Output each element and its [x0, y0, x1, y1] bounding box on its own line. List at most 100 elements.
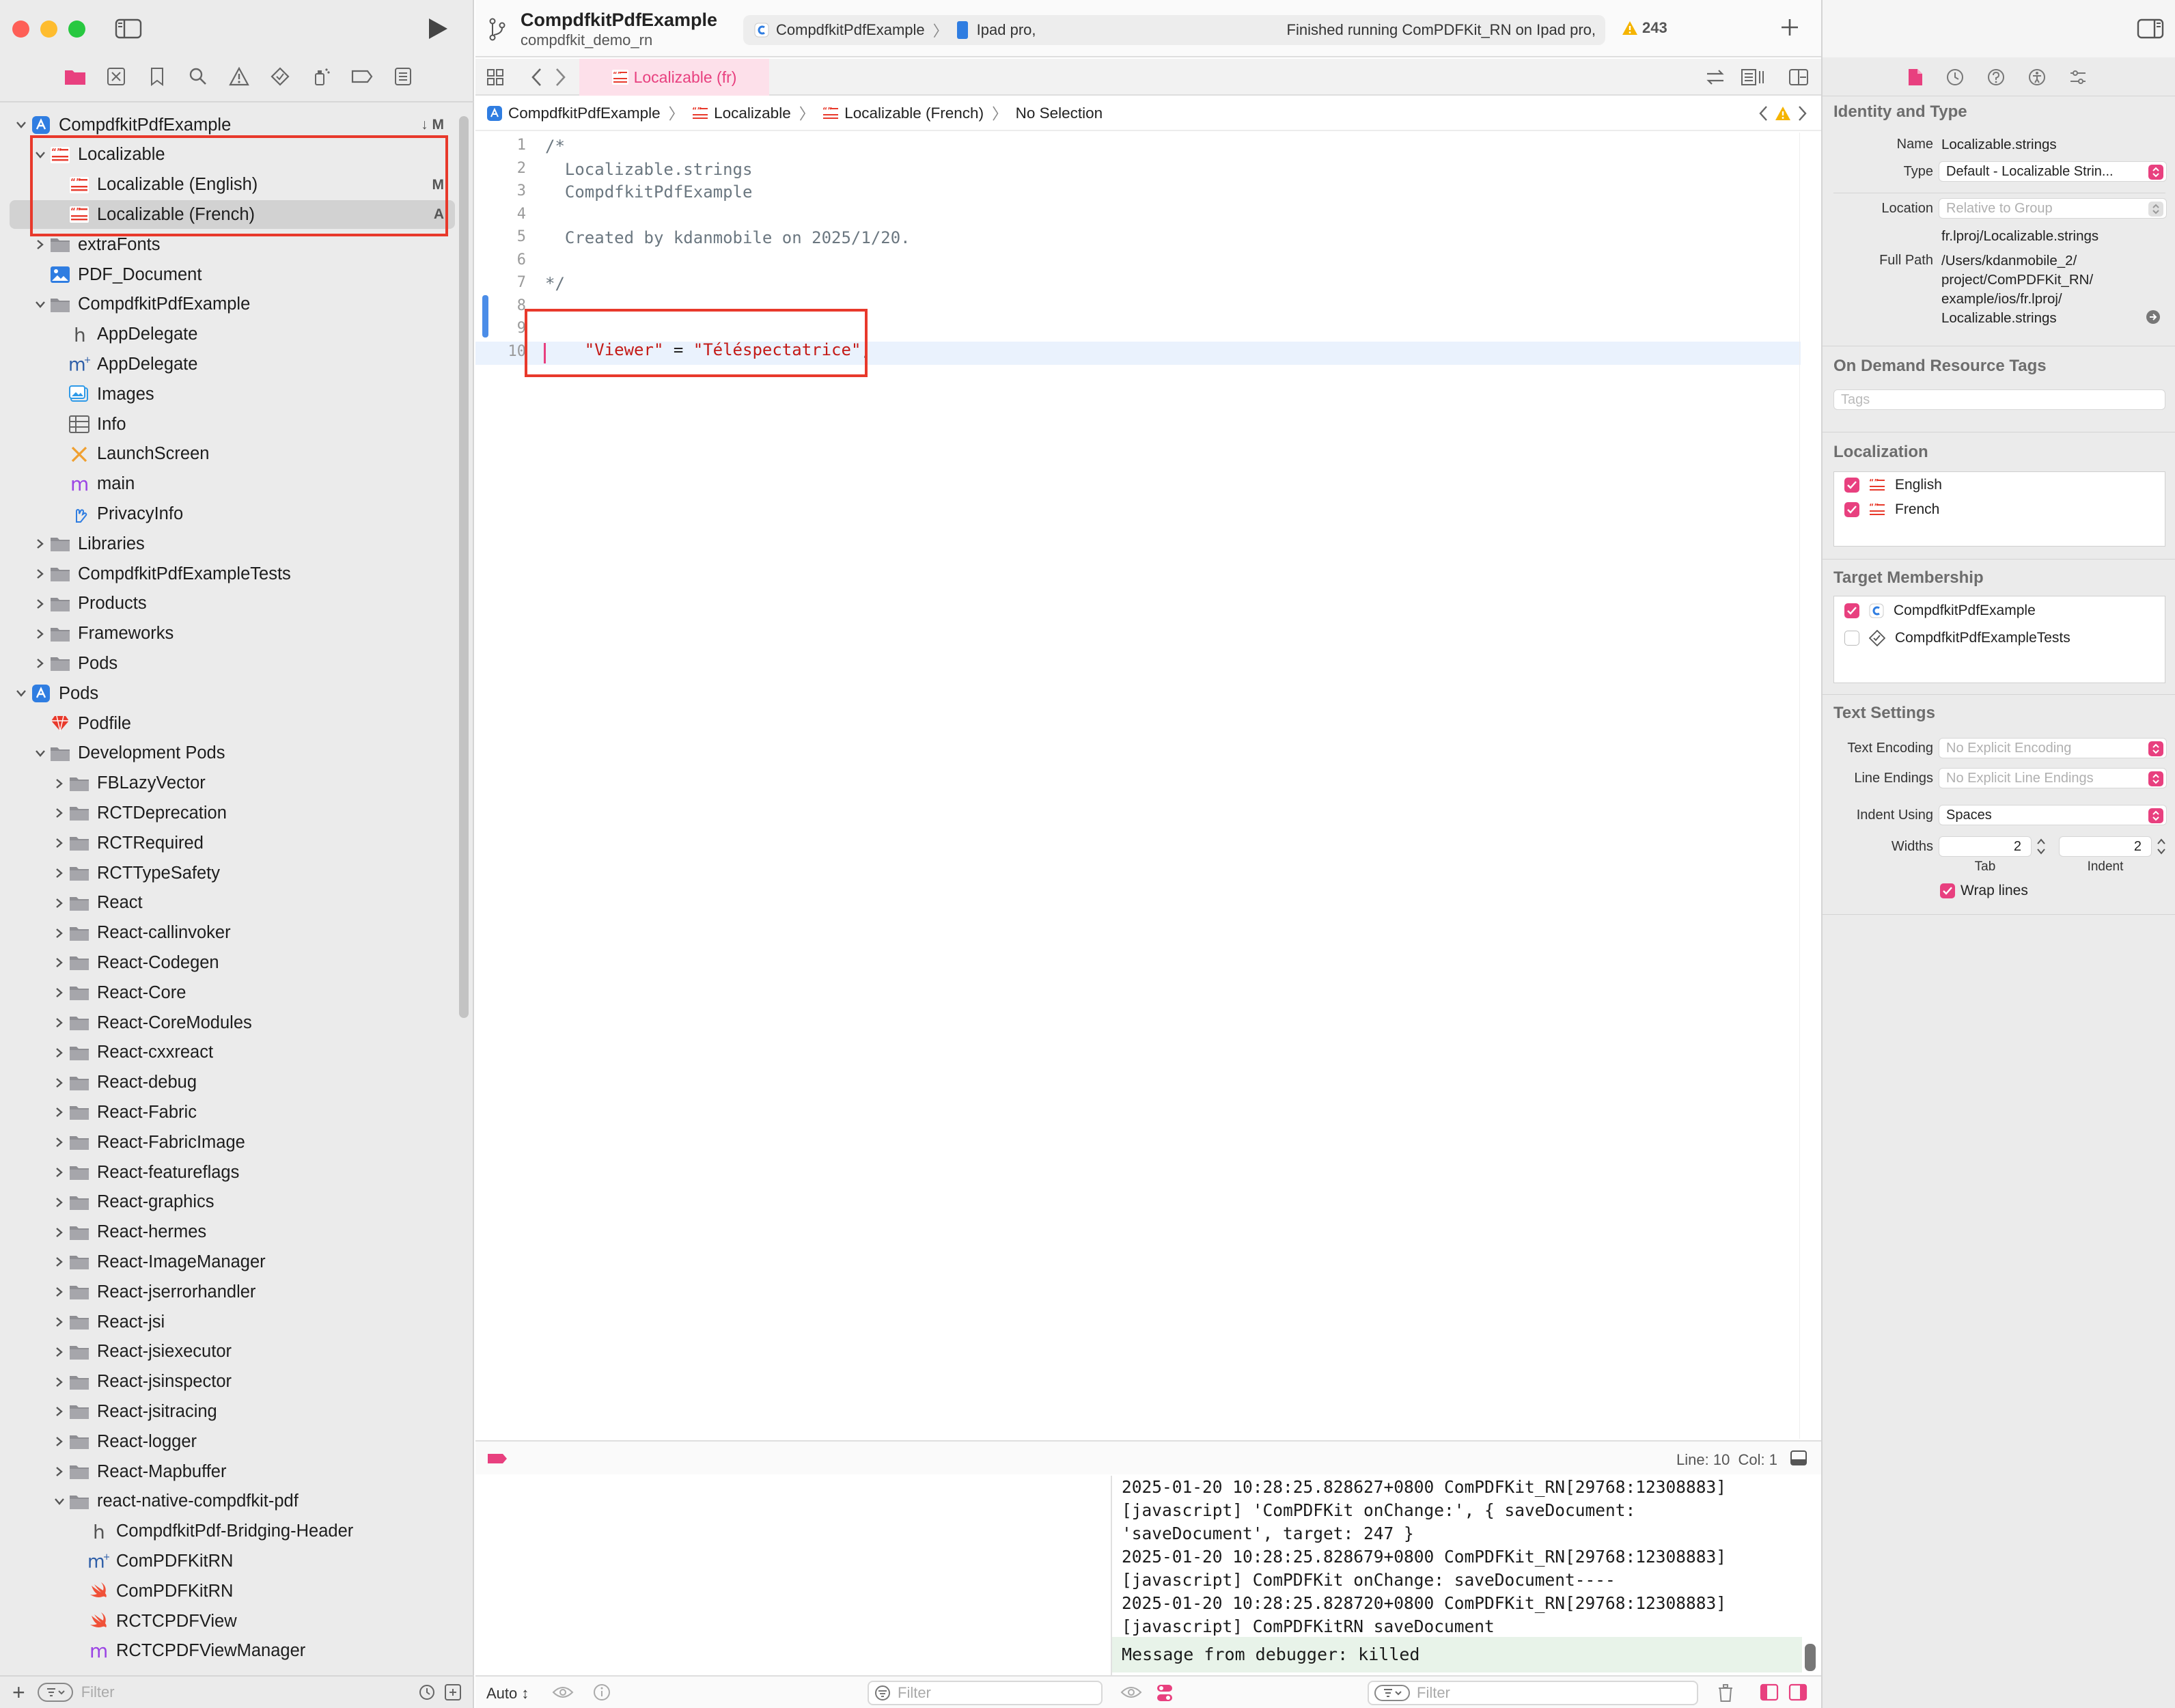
tree-item-appdelegate-h[interactable]: h AppDelegate	[10, 320, 455, 349]
tree-item-pod[interactable]: React-jserrorhandler	[10, 1278, 455, 1306]
file-inspector-icon[interactable]	[1907, 68, 1924, 87]
tree-item-pods-group[interactable]: Pods	[10, 649, 455, 678]
tree-item-pod[interactable]: react-native-compdfkit-pdf	[10, 1487, 455, 1516]
show-console-icon[interactable]	[1788, 1683, 1807, 1701]
breadcrumb-item-project[interactable]: CompdfkitPdfExample	[486, 105, 661, 122]
tree-item-pod[interactable]: Development Pods	[10, 739, 455, 768]
tree-item-pod[interactable]: React-cxxreact	[10, 1038, 455, 1067]
location-popup[interactable]: Relative to Group	[1939, 198, 2167, 219]
disclosure-open-icon[interactable]	[12, 685, 30, 702]
disclosure-closed-icon[interactable]	[51, 984, 68, 1002]
report-icon[interactable]	[383, 64, 424, 89]
folder-icon[interactable]	[55, 64, 96, 89]
checkbox-checked[interactable]	[1940, 883, 1955, 898]
tree-item-pod[interactable]: React-logger	[10, 1427, 455, 1456]
disclosure-closed-icon[interactable]	[51, 1133, 68, 1151]
tree-item-pod[interactable]: React-Mapbuffer	[10, 1457, 455, 1486]
inspector-toggle-icon[interactable]	[2137, 18, 2164, 40]
disclosure-closed-icon[interactable]	[51, 1403, 68, 1420]
device-selector[interactable]: Ipad pro,	[977, 21, 1036, 39]
trash-icon[interactable]	[1717, 1683, 1734, 1703]
branch-icon[interactable]	[488, 18, 507, 41]
encoding-popup[interactable]: No Explicit Encoding	[1939, 738, 2167, 758]
filter-options-icon[interactable]	[37, 1683, 73, 1702]
disclosure-closed-icon[interactable]	[51, 1313, 68, 1331]
info-icon[interactable]	[593, 1683, 611, 1701]
history-icon[interactable]	[1945, 68, 1965, 87]
target-tests-row[interactable]: CompdfkitPdfExampleTests	[1844, 630, 2070, 646]
warning-triangle-icon[interactable]	[1775, 106, 1791, 121]
indent-using-popup[interactable]: Spaces	[1939, 805, 2167, 825]
disclosure-closed-icon[interactable]	[31, 655, 49, 672]
breadcrumb-item-selection[interactable]: No Selection	[1016, 105, 1103, 122]
tree-item-libraries[interactable]: Libraries	[10, 529, 455, 558]
scheme-selector[interactable]: CompdfkitPdfExample	[776, 21, 925, 39]
tree-item-pod[interactable]: React-jsitracing	[10, 1397, 455, 1426]
disclosure-closed-icon[interactable]	[51, 1283, 68, 1301]
tree-item-pod[interactable]: React-Fabric	[10, 1098, 455, 1127]
tree-item-pod[interactable]: React-FabricImage	[10, 1128, 455, 1157]
reveal-in-finder-icon[interactable]	[2145, 309, 2161, 325]
tree-item-pods-project[interactable]: Pods	[10, 679, 455, 708]
navigator-scrollbar[interactable]	[459, 116, 469, 1018]
line-endings-popup[interactable]: No Explicit Line Endings	[1939, 768, 2167, 788]
add-icon[interactable]	[1779, 16, 1801, 38]
tree-item-privacyinfo[interactable]: PrivacyInfo	[10, 499, 455, 528]
accessibility-icon[interactable]	[2027, 68, 2047, 87]
tree-item-products[interactable]: Products	[10, 590, 455, 618]
tree-item-main[interactable]: m main	[10, 470, 455, 499]
tree-item-pod[interactable]: h CompdfkitPdf-Bridging-Header	[10, 1517, 455, 1546]
tree-item-tests[interactable]: CompdfkitPdfExampleTests	[10, 560, 455, 588]
warning-triangle-icon[interactable]	[219, 64, 260, 89]
disclosure-closed-icon[interactable]	[51, 1163, 68, 1181]
zoom-window-button[interactable]	[68, 20, 85, 38]
tab-localizable-fr[interactable]: “” Localizable (fr)	[579, 59, 769, 96]
tab-width-field[interactable]: 2	[1939, 836, 2032, 857]
navigator-filter-input[interactable]: Filter	[81, 1683, 115, 1701]
source-control-icon[interactable]	[96, 64, 137, 89]
test-diamond-icon[interactable]	[260, 64, 301, 89]
tree-item-pdf-document[interactable]: PDF_Document	[10, 260, 455, 289]
tree-item-pod[interactable]: RCTRequired	[10, 829, 455, 857]
tree-item-pod[interactable]: React-ImageManager	[10, 1248, 455, 1276]
hide-debug-area-icon[interactable]	[1790, 1450, 1807, 1466]
tree-item-pod[interactable]: RCTDeprecation	[10, 799, 455, 827]
eye-icon[interactable]	[1120, 1685, 1142, 1700]
disclosure-open-icon[interactable]	[31, 296, 49, 314]
related-items-icon[interactable]	[1705, 68, 1726, 86]
disclosure-closed-icon[interactable]	[51, 1433, 68, 1450]
minimize-window-button[interactable]	[40, 20, 57, 38]
localization-english-row[interactable]: “” English	[1844, 477, 1942, 493]
eye-icon[interactable]	[552, 1685, 574, 1700]
indent-width-stepper[interactable]	[2156, 836, 2167, 857]
tree-item-pod[interactable]: React-hermes	[10, 1218, 455, 1247]
variables-filter-input[interactable]: Filter	[868, 1681, 1103, 1705]
tree-item-launchscreen[interactable]: LaunchScreen	[10, 440, 455, 469]
disclosure-closed-icon[interactable]	[51, 894, 68, 912]
disclosure-open-icon[interactable]	[51, 1493, 68, 1511]
disclosure-closed-icon[interactable]	[51, 1224, 68, 1241]
tree-item-pod[interactable]: React-CoreModules	[10, 1008, 455, 1037]
tags-input[interactable]: Tags	[1833, 389, 2165, 410]
disclosure-closed-icon[interactable]	[51, 1194, 68, 1211]
tree-item-info[interactable]: Info	[10, 410, 455, 439]
disclosure-closed-icon[interactable]	[51, 1074, 68, 1092]
console-scrollbar[interactable]	[1805, 1644, 1816, 1671]
disclosure-closed-icon[interactable]	[31, 236, 49, 253]
console-output[interactable]: 2025-01-20 10:28:25.828627+0800 ComPDFKi…	[1111, 1476, 1802, 1681]
next-issue-icon[interactable]	[1797, 105, 1807, 122]
debug-spray-icon[interactable]	[301, 64, 342, 89]
help-icon[interactable]	[1986, 68, 2006, 87]
disclosure-open-icon[interactable]	[12, 116, 30, 134]
disclosure-closed-icon[interactable]	[51, 924, 68, 942]
forward-chevron-icon[interactable]	[553, 67, 567, 87]
tree-item-pod[interactable]: m+ ComPDFKitRN	[10, 1547, 455, 1575]
tree-item-pod[interactable]: ComPDFKitRN	[10, 1577, 455, 1606]
file-type-popup[interactable]: Default - Localizable Strin...	[1939, 161, 2167, 182]
disclosure-closed-icon[interactable]	[31, 625, 49, 643]
tree-item-pod[interactable]: React-featureflags	[10, 1158, 455, 1187]
disclosure-closed-icon[interactable]	[51, 834, 68, 852]
checkbox-unchecked[interactable]	[1844, 631, 1859, 646]
tree-item-pod[interactable]: React-Core	[10, 978, 455, 1007]
disclosure-closed-icon[interactable]	[51, 804, 68, 822]
